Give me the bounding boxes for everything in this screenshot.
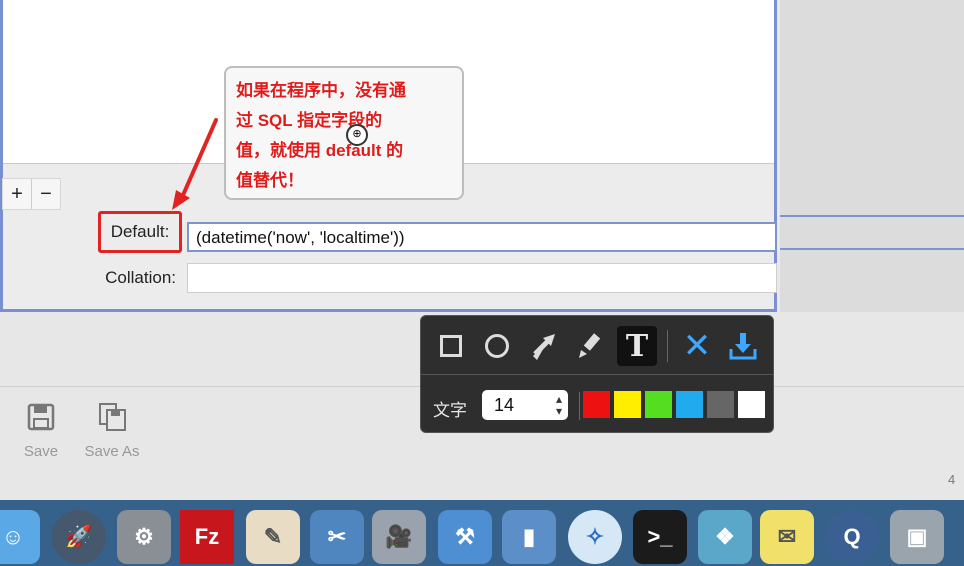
callout-line: 过 SQL 指定字段的 — [236, 111, 383, 130]
arrow-icon — [533, 334, 555, 360]
save-as-icon — [80, 402, 144, 439]
color-swatch-white[interactable] — [738, 391, 765, 418]
rectangle-icon — [440, 335, 462, 357]
font-size-value: 14 — [494, 395, 515, 415]
close-icon: ✕ — [682, 327, 712, 365]
color-swatch-red[interactable] — [583, 391, 610, 418]
stickies-icon[interactable]: ✉ — [760, 510, 814, 564]
save-as-label: Save As — [84, 443, 140, 460]
callout-line: 值，就使用 default 的 — [236, 141, 404, 160]
system-preferences-icon[interactable]: ⚙ — [117, 510, 171, 564]
simulator-icon[interactable]: ▮ — [502, 510, 556, 564]
save-label: Save — [23, 443, 59, 460]
save-button[interactable]: Save — [20, 402, 62, 460]
color-swatch-yellow[interactable] — [614, 391, 641, 418]
circle-icon — [485, 334, 509, 358]
swatch-separator — [579, 392, 580, 420]
annotation-callout[interactable]: 如果在程序中，没有通 过 SQL 指定字段的 值，就使用 default 的 值… — [224, 66, 464, 200]
cursor-icon: ⊕ — [346, 124, 368, 146]
preview-icon[interactable]: ▣ — [890, 510, 944, 564]
circle-tool[interactable] — [477, 326, 517, 366]
annotation-toolbar: T ✕ 文字 14 ▴ ▾ — [420, 315, 774, 433]
text-tool[interactable]: T — [617, 326, 657, 366]
save-as-button[interactable]: Save As — [80, 402, 144, 460]
filezilla-text: Fz — [194, 524, 220, 549]
floppy-disk-icon — [20, 402, 62, 439]
add-remove-control: + − — [2, 178, 61, 210]
page-number: 4 — [948, 472, 956, 487]
download-icon — [729, 333, 757, 360]
brush-tool[interactable] — [569, 326, 609, 366]
add-column-button[interactable]: + — [3, 179, 31, 209]
text-size-label: 文字 — [433, 401, 467, 420]
color-swatch-green[interactable] — [645, 391, 672, 418]
font-size-stepper[interactable]: 14 ▴ ▾ — [482, 390, 568, 420]
screenshot-icon[interactable]: ✂ — [310, 510, 364, 564]
finder-icon[interactable]: ☺ — [0, 510, 40, 564]
safari-icon[interactable]: ✧ — [568, 510, 622, 564]
mindnode-icon[interactable]: ❖ — [698, 510, 752, 564]
color-swatch-gray[interactable] — [707, 391, 734, 418]
cancel-button[interactable]: ✕ — [677, 326, 717, 366]
dock: ☺ 🚀 ⚙ Fz ✎ ✂ 🎥 ⚒ ▮ ✧ >_ ❖ ✉ Q ▣ — [0, 500, 964, 566]
download-button[interactable] — [723, 326, 763, 366]
photo-booth-icon[interactable]: 🎥 — [372, 510, 426, 564]
filezilla-icon[interactable]: Fz — [180, 510, 234, 564]
color-swatch-blue[interactable] — [676, 391, 703, 418]
collation-field[interactable] — [187, 263, 777, 293]
brush-icon — [579, 333, 601, 358]
rectangle-tool[interactable] — [431, 326, 471, 366]
xcode-icon[interactable]: ⚒ — [438, 510, 492, 564]
default-value-field[interactable]: (datetime('now', 'localtime')) — [187, 222, 777, 252]
toolbar-divider — [421, 374, 773, 375]
highlight-line — [780, 215, 964, 217]
highlight-line — [780, 248, 964, 250]
callout-line: 如果在程序中，没有通 — [236, 81, 406, 100]
terminal-icon[interactable]: >_ — [633, 510, 687, 564]
launchpad-icon[interactable]: 🚀 — [52, 510, 106, 564]
remove-column-button[interactable]: − — [31, 179, 60, 209]
callout-line: 值替代！ — [236, 171, 304, 190]
toolbar-separator — [667, 330, 668, 362]
text-icon: T — [625, 328, 649, 364]
collation-label: Collation: — [105, 268, 176, 287]
stepper-arrows-icon[interactable]: ▴ ▾ — [556, 393, 562, 417]
quicktime-icon[interactable]: Q — [825, 510, 879, 564]
arrow-tool[interactable] — [523, 326, 563, 366]
annotation-arrow — [172, 118, 218, 210]
textedit-icon[interactable]: ✎ — [246, 510, 300, 564]
